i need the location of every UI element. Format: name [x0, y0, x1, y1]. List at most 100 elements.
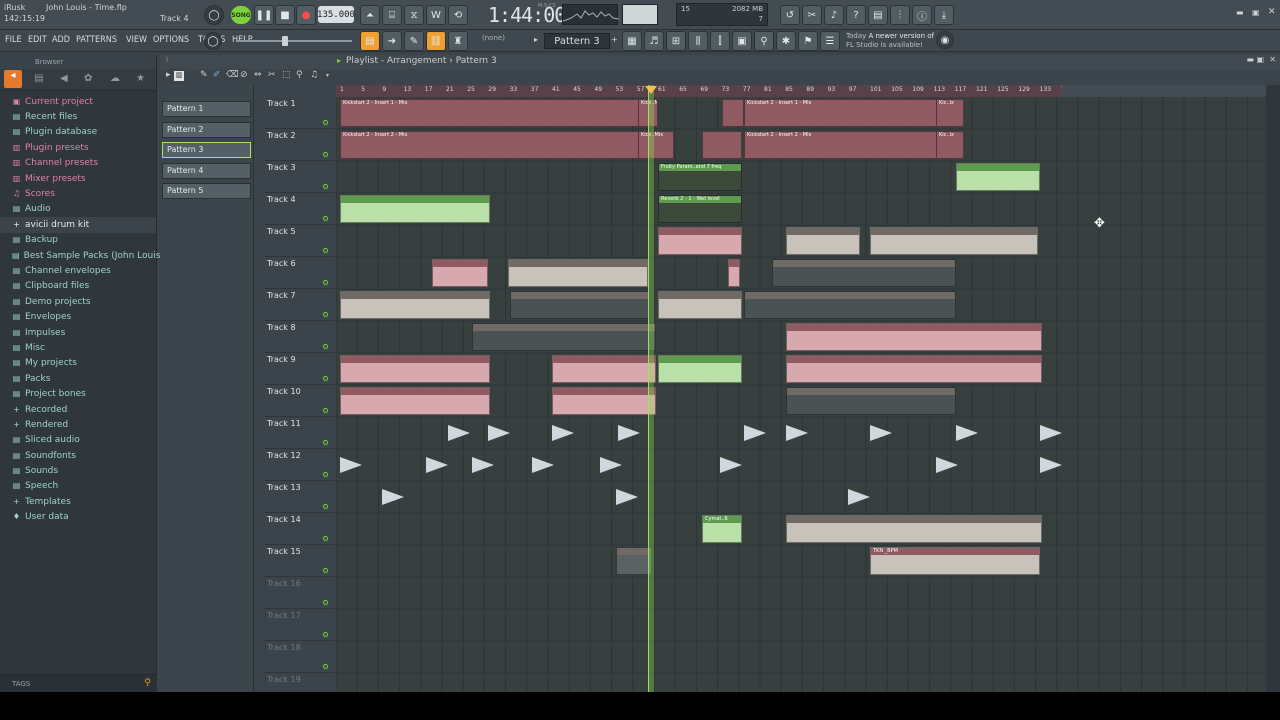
- wait-record-icon[interactable]: ⌸: [382, 5, 402, 25]
- playlist-clip[interactable]: [508, 259, 648, 287]
- stop-button[interactable]: ■: [275, 5, 295, 25]
- help-icon[interactable]: ?: [846, 5, 866, 25]
- browser-item[interactable]: + Templates: [0, 494, 156, 509]
- arrow-right-icon[interactable]: ➜: [382, 31, 402, 51]
- tools-icon[interactable]: ✱: [776, 31, 796, 51]
- playlist-clip[interactable]: [510, 291, 650, 319]
- playlist-icon[interactable]: ▦: [622, 31, 642, 51]
- browser-item[interactable]: ▣ Current project: [0, 94, 156, 109]
- menu-patterns[interactable]: PATTERNS: [76, 35, 117, 45]
- track-header[interactable]: Track 7: [264, 289, 334, 321]
- loop-record-icon[interactable]: ⟲: [448, 5, 468, 25]
- playlist-clip[interactable]: [956, 163, 1040, 191]
- playback-icon[interactable]: ♫: [310, 70, 318, 80]
- track-mute-button[interactable]: [323, 344, 328, 349]
- automation-clip[interactable]: [848, 489, 870, 505]
- track-header[interactable]: Track 1: [264, 97, 334, 129]
- playlist-clip[interactable]: [786, 515, 1042, 543]
- browser-item[interactable]: + Rendered: [0, 417, 156, 432]
- piano-icon[interactable]: ▥: [174, 71, 184, 81]
- news-icon[interactable]: ☰: [820, 31, 840, 51]
- browser-item[interactable]: ▤ Impulses: [0, 325, 156, 340]
- refresh-icon[interactable]: ✿: [84, 73, 92, 84]
- save-icon[interactable]: ▤: [868, 5, 888, 25]
- slider-handle[interactable]: [282, 36, 288, 46]
- browser-item[interactable]: + Recorded: [0, 402, 156, 417]
- playlist-clip[interactable]: [786, 323, 1042, 351]
- browser-item[interactable]: ▤ Best Sample Packs (John Louis): [0, 248, 164, 263]
- automation-clip[interactable]: [488, 425, 510, 441]
- automation-clip[interactable]: [426, 457, 448, 473]
- pattern-item[interactable]: Pattern 2: [162, 121, 251, 138]
- track-header[interactable]: Track 14: [264, 513, 334, 545]
- playlist-clip[interactable]: Kickstart 2 - Insert 2 - Mix: [744, 131, 956, 159]
- playlist-clip[interactable]: [340, 291, 490, 319]
- playlist-grid[interactable]: Kickstart 2 - Insert 1 - MixKick..MixKic…: [336, 97, 1266, 692]
- vertical-scrollbar[interactable]: [1266, 85, 1280, 692]
- maximize-icon[interactable]: ▣: [1252, 8, 1260, 17]
- browser-item[interactable]: ▤ Backup: [0, 233, 156, 248]
- cut-icon[interactable]: ✂: [802, 5, 822, 25]
- track-mute-button[interactable]: [323, 440, 328, 445]
- playlist-snap-icon[interactable]: ▤: [360, 31, 380, 51]
- automation-clip[interactable]: [744, 425, 766, 441]
- browser-item[interactable]: ▤ Sliced audio: [0, 433, 156, 448]
- mixer-view-icon[interactable]: ⫼: [688, 31, 708, 51]
- playlist-clip[interactable]: Fruity Param..and 7 freq: [658, 163, 742, 191]
- automation-clip[interactable]: [936, 457, 958, 473]
- automation-clip[interactable]: [956, 425, 978, 441]
- automation-clip[interactable]: [786, 425, 808, 441]
- menu-add[interactable]: ADD: [52, 35, 70, 45]
- browser-item[interactable]: ▤ Envelopes: [0, 309, 156, 324]
- track-header[interactable]: Track 13: [264, 481, 334, 513]
- playlist-clip[interactable]: TKN _BPM: [870, 547, 1040, 575]
- playlist-clip[interactable]: [340, 195, 490, 223]
- automation-clip[interactable]: [448, 425, 470, 441]
- playlist-clip[interactable]: [728, 259, 740, 287]
- automation-clip[interactable]: [472, 457, 494, 473]
- browser-item[interactable]: ▤ Misc: [0, 340, 156, 355]
- track-mute-button[interactable]: [323, 600, 328, 605]
- pl-menu-icon[interactable]: ▾: [326, 72, 329, 79]
- browser-item[interactable]: ▥ Mixer presets: [0, 171, 156, 186]
- pattern-selector[interactable]: Pattern 3: [544, 33, 610, 49]
- piano-roll-icon[interactable]: ♬: [644, 31, 664, 51]
- playlist-clip[interactable]: Cymat..6: [702, 515, 742, 543]
- playlist-clip[interactable]: [702, 131, 742, 159]
- browser-item[interactable]: ▤ Clipboard files: [0, 279, 156, 294]
- browser-item[interactable]: + avicii drum kit: [0, 217, 156, 233]
- track-mute-button[interactable]: [323, 120, 328, 125]
- track-mute-button[interactable]: [323, 376, 328, 381]
- step-edit-icon[interactable]: W: [426, 5, 446, 25]
- paint-icon[interactable]: ✐: [213, 70, 221, 80]
- mute-icon[interactable]: ⊘: [240, 70, 248, 80]
- playlist-clip[interactable]: [552, 355, 656, 383]
- mic-icon[interactable]: ♪: [824, 5, 844, 25]
- channel-icon[interactable]: ⫿: [710, 31, 730, 51]
- browser-item[interactable]: ▤ Soundfonts: [0, 448, 156, 463]
- pin-icon[interactable]: ⚑: [798, 31, 818, 51]
- none-selector[interactable]: (none): [482, 34, 505, 42]
- playlist-clip[interactable]: [658, 291, 742, 319]
- track-mute-button[interactable]: [323, 216, 328, 221]
- menu-options[interactable]: OPTIONS: [153, 35, 189, 45]
- track-header[interactable]: Track 16: [264, 577, 334, 609]
- browser-item[interactable]: ▥ Channel presets: [0, 156, 156, 171]
- playlist-clip[interactable]: [786, 355, 1042, 383]
- back-icon[interactable]: ◀: [60, 73, 68, 84]
- track-mute-button[interactable]: [323, 472, 328, 477]
- menu-edit[interactable]: EDIT: [28, 35, 47, 45]
- browser-item[interactable]: ▤ Channel envelopes: [0, 263, 156, 278]
- browser-menu-icon[interactable]: ◂: [4, 70, 22, 88]
- browser-item[interactable]: ▤ Recent files: [0, 109, 156, 124]
- download-icon[interactable]: ⤓: [934, 5, 954, 25]
- playlist-clip[interactable]: [786, 227, 860, 255]
- plugin-icon[interactable]: ⚲: [754, 31, 774, 51]
- automation-clip[interactable]: [1040, 457, 1062, 473]
- stamp-icon[interactable]: ♜: [448, 31, 468, 51]
- track-header[interactable]: Track 18: [264, 641, 334, 673]
- browser-item[interactable]: ▤ My projects: [0, 356, 156, 371]
- pencil-icon[interactable]: ✎: [404, 31, 424, 51]
- track-mute-button[interactable]: [323, 536, 328, 541]
- playlist-clip[interactable]: Kic..ix: [936, 99, 964, 127]
